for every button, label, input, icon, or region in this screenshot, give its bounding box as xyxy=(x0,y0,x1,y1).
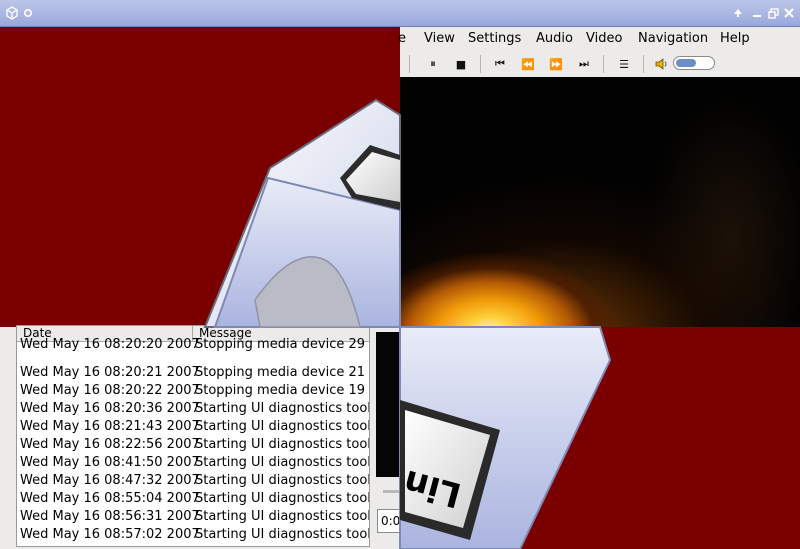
log-row[interactable]: Wed May 16 08:20:21 2007 Stopping media … xyxy=(20,365,369,383)
restore-icon[interactable] xyxy=(765,5,781,21)
rewind-button[interactable]: ⏪ xyxy=(520,56,536,72)
toolbar-separator xyxy=(409,55,410,73)
log-row[interactable]: Wed May 16 08:41:50 2007 Starting UI dia… xyxy=(20,455,370,473)
stop-button[interactable]: ■ xyxy=(453,56,469,72)
log-row[interactable]: Wed May 16 08:22:56 2007 Starting UI dia… xyxy=(20,437,370,455)
circle-icon[interactable] xyxy=(20,5,36,21)
log-row-message: Starting UI diagnostics tool xyxy=(195,527,370,542)
log-row-message: Starting UI diagnostics tool xyxy=(195,401,370,416)
log-row-date: Wed May 16 08:55:04 2007 xyxy=(20,491,200,506)
logo-key-text: Lin xyxy=(399,461,465,515)
log-row[interactable]: Wed May 16 08:55:04 2007 Starting UI dia… xyxy=(20,491,370,509)
log-row-date: Wed May 16 08:41:50 2007 xyxy=(20,455,200,470)
pause-button[interactable]: ⏸ xyxy=(425,56,441,72)
log-row[interactable]: Wed May 16 08:21:43 2007 Starting UI dia… xyxy=(20,419,370,437)
log-row[interactable]: Wed May 16 08:20:20 2007 Stopping media … xyxy=(20,337,369,355)
log-row-message: Starting UI diagnostics tool xyxy=(195,491,370,506)
close-icon[interactable] xyxy=(781,5,797,21)
toolbar-separator xyxy=(643,55,644,73)
log-row-date: Wed May 16 08:20:36 2007 xyxy=(20,401,200,416)
log-row-message: Starting UI diagnostics tool xyxy=(195,437,370,452)
desktop-background xyxy=(0,27,400,327)
log-row-message: Stopping media device 19 xyxy=(195,383,366,398)
media-player-window: e View Settings Audio Video Navigation H… xyxy=(398,27,800,327)
log-row-date: Wed May 16 08:47:32 2007 xyxy=(20,473,200,488)
menu-bar: e View Settings Audio Video Navigation H… xyxy=(398,27,800,51)
previous-button[interactable]: ⏮ xyxy=(492,56,508,72)
log-row[interactable]: Wed May 16 08:56:31 2007 Starting UI dia… xyxy=(20,509,370,527)
menu-navigation[interactable]: Navigation xyxy=(638,31,708,46)
video-preview-strip xyxy=(376,332,400,477)
time-field[interactable]: 0:0 xyxy=(377,509,400,533)
log-row-date: Wed May 16 08:20:22 2007 xyxy=(20,383,200,398)
menu-audio[interactable]: Audio xyxy=(536,31,573,46)
volume-slider[interactable] xyxy=(673,56,715,70)
playlist-button[interactable]: ☰ xyxy=(616,56,632,72)
log-row-date: Wed May 16 08:57:02 2007 xyxy=(20,527,200,542)
window-titlebar xyxy=(0,0,800,27)
log-row-message: Starting UI diagnostics tool xyxy=(195,419,370,434)
fast-forward-button[interactable]: ⏩ xyxy=(548,56,564,72)
volume-icon[interactable] xyxy=(654,56,670,72)
minimize-icon[interactable] xyxy=(749,5,765,21)
seek-slider[interactable] xyxy=(383,490,400,493)
menu-video[interactable]: Video xyxy=(586,31,622,46)
log-row-date: Wed May 16 08:22:56 2007 xyxy=(20,437,200,452)
video-display[interactable] xyxy=(400,77,800,327)
log-row-date: Wed May 16 08:20:21 2007 xyxy=(20,365,200,380)
menu-help[interactable]: Help xyxy=(720,31,750,46)
log-row-date: Wed May 16 08:56:31 2007 xyxy=(20,509,200,524)
log-row-message: Starting UI diagnostics tool xyxy=(195,509,370,524)
volume-level xyxy=(676,59,696,67)
log-window: Date Message Wed May 16 08:20:20 2007 St… xyxy=(0,325,400,549)
log-row[interactable]: Wed May 16 08:20:36 2007 Starting UI dia… xyxy=(20,401,370,419)
next-button[interactable]: ⏭ xyxy=(576,56,592,72)
log-row-date: Wed May 16 08:20:20 2007 xyxy=(20,337,200,352)
log-row-message: Starting UI diagnostics tool xyxy=(195,473,370,488)
player-toolbar: ⏸ ■ ⏮ ⏪ ⏩ ⏭ ☰ xyxy=(400,51,800,77)
log-row-message: Stopping media device 29 xyxy=(195,337,366,352)
up-arrow-icon[interactable] xyxy=(730,5,746,21)
menu-view[interactable]: View xyxy=(424,31,455,46)
log-row-message: Stopping media device 21 xyxy=(195,365,366,380)
log-row-date: Wed May 16 08:21:43 2007 xyxy=(20,419,200,434)
menu-file[interactable]: e xyxy=(398,31,406,46)
toolbar-separator xyxy=(480,55,481,73)
desktop-background-lower xyxy=(610,327,800,549)
log-list[interactable]: Date Message Wed May 16 08:20:20 2007 St… xyxy=(16,325,370,547)
cube-icon[interactable] xyxy=(4,5,20,21)
menu-settings[interactable]: Settings xyxy=(468,31,521,46)
log-row[interactable]: Wed May 16 08:20:22 2007 Stopping media … xyxy=(20,383,369,401)
toolbar-separator xyxy=(603,55,604,73)
log-row-message: Starting UI diagnostics tool xyxy=(195,455,370,470)
log-row[interactable]: Wed May 16 08:47:32 2007 Starting UI dia… xyxy=(20,473,370,491)
log-row[interactable]: Wed May 16 08:57:02 2007 Starting UI dia… xyxy=(20,527,370,545)
